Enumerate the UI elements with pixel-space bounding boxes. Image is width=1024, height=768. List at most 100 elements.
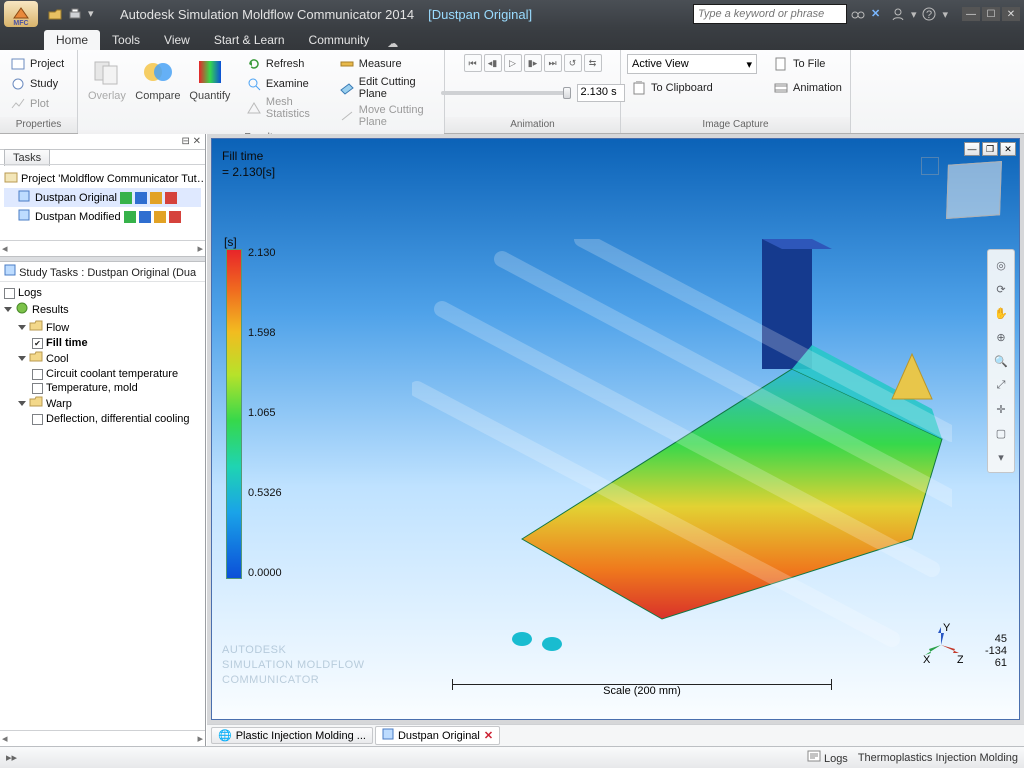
orbit-icon[interactable]: ⟳: [990, 278, 1012, 300]
doctab-1[interactable]: Dustpan Original ✕: [375, 726, 500, 745]
tree-fill-time[interactable]: ✔ Fill time: [4, 336, 201, 350]
close-button[interactable]: ✕: [1002, 7, 1020, 21]
logs-checkbox[interactable]: [4, 288, 15, 299]
doc-max-icon[interactable]: ❐: [982, 142, 998, 156]
quantify-button[interactable]: Quantify: [186, 54, 234, 104]
print-icon[interactable]: [68, 7, 82, 21]
tree-cool-1[interactable]: Temperature, mold: [4, 381, 201, 395]
tab-start-learn[interactable]: Start & Learn: [202, 30, 297, 50]
svg-text:X: X: [923, 654, 931, 666]
anim-prev-button[interactable]: ◂▮: [484, 54, 502, 72]
pan-icon[interactable]: ✋: [990, 302, 1012, 324]
warp-item-label: Deflection, differential cooling: [46, 413, 190, 425]
sidebar-scroll-bottom[interactable]: ◂▸: [0, 730, 205, 746]
statusbar-expand-icon[interactable]: ▸▸: [6, 751, 22, 764]
doctab-close-icon[interactable]: ✕: [484, 729, 493, 742]
expand-icon[interactable]: [18, 325, 26, 330]
refresh-button[interactable]: Refresh: [242, 54, 327, 74]
active-view-dropdown[interactable]: Active View▾: [627, 54, 757, 74]
sidebar-scroll-top[interactable]: ◂▸: [0, 240, 205, 256]
group-results: Overlay Compare Quantify Refresh: [78, 50, 445, 133]
doctab-label: Dustpan Original: [398, 730, 480, 742]
tree-results[interactable]: Results: [4, 300, 201, 319]
zoom-window-icon[interactable]: 🔍: [990, 350, 1012, 372]
expand-icon[interactable]: [18, 401, 26, 406]
time-slider[interactable]: [441, 91, 571, 95]
tree-cool[interactable]: Cool: [4, 350, 201, 367]
zoom-in-icon[interactable]: ⊕: [990, 326, 1012, 348]
pin-icon[interactable]: ⊟ ✕: [181, 136, 201, 147]
cloud-icon[interactable]: ☁: [387, 37, 398, 50]
logs-button[interactable]: Logs: [807, 750, 848, 765]
minimize-button[interactable]: —: [962, 7, 980, 21]
steering-wheel-icon[interactable]: ◎: [990, 254, 1012, 276]
checkbox[interactable]: [32, 383, 43, 394]
signin-icon[interactable]: [891, 7, 905, 21]
doc-min-icon[interactable]: —: [964, 142, 980, 156]
canvas-3d[interactable]: — ❐ ✕ Fill time = 2.130[s] [s] 2.130 1.5…: [211, 138, 1020, 720]
to-file-button[interactable]: To File: [769, 54, 846, 74]
anim-bounce-button[interactable]: ⇆: [584, 54, 602, 72]
overlay-button[interactable]: Overlay: [84, 54, 130, 104]
study-button[interactable]: Study: [6, 74, 68, 94]
group-capture-label: Image Capture: [621, 117, 850, 133]
expand-icon[interactable]: [18, 356, 26, 361]
toclip-label: To Clipboard: [651, 82, 713, 94]
checkbox[interactable]: [32, 369, 43, 380]
mesh-stats-button[interactable]: Mesh Statistics: [242, 94, 327, 122]
anim-play-button[interactable]: ▷: [504, 54, 522, 72]
app-menu-button[interactable]: MFC: [4, 1, 38, 27]
fill-time-label: Fill time: [46, 337, 88, 349]
tree-logs[interactable]: Logs: [4, 286, 201, 300]
study-row-label: Dustpan Modified: [35, 211, 121, 223]
anim-first-button[interactable]: ⏮: [464, 54, 482, 72]
tab-community[interactable]: Community: [297, 30, 382, 50]
help-search-input[interactable]: [693, 4, 847, 24]
view-menu-icon[interactable]: ▾: [990, 446, 1012, 468]
tab-tools[interactable]: Tools: [100, 30, 152, 50]
expand-icon[interactable]: [4, 307, 12, 312]
view-toolbar: ◎ ⟳ ✋ ⊕ 🔍 ⤢ ✛ ▢ ▾: [987, 249, 1015, 473]
time-value[interactable]: 2.130 s: [577, 84, 625, 102]
to-clipboard-button[interactable]: To Clipboard: [627, 78, 757, 98]
doc-close-icon[interactable]: ✕: [1000, 142, 1016, 156]
compare-button[interactable]: Compare: [134, 54, 182, 104]
anim-last-button[interactable]: ⏭: [544, 54, 562, 72]
file-icon: [773, 56, 789, 72]
viewport: — ❐ ✕ Fill time = 2.130[s] [s] 2.130 1.5…: [206, 134, 1024, 746]
measure-button[interactable]: Measure: [335, 54, 438, 74]
open-icon[interactable]: [48, 7, 62, 21]
exchange-icon[interactable]: ✕: [871, 7, 885, 21]
look-at-icon[interactable]: ▢: [990, 422, 1012, 444]
tree-warp-0[interactable]: Deflection, differential cooling: [4, 412, 201, 426]
help-icon[interactable]: ?: [922, 7, 936, 21]
tree-warp[interactable]: Warp: [4, 395, 201, 412]
tab-view[interactable]: View: [152, 30, 202, 50]
project-button[interactable]: Project: [6, 54, 68, 74]
tree-cool-0[interactable]: Circuit coolant temperature: [4, 367, 201, 381]
navcube[interactable]: [946, 161, 1002, 219]
anim-loop-button[interactable]: ↺: [564, 54, 582, 72]
tab-home[interactable]: Home: [44, 30, 100, 50]
fill-time-checkbox[interactable]: ✔: [32, 338, 43, 349]
checkbox[interactable]: [32, 414, 43, 425]
plot-button[interactable]: Plot: [6, 94, 68, 114]
study-row-1[interactable]: Dustpan Modified: [4, 207, 201, 226]
anim-next-button[interactable]: ▮▸: [524, 54, 542, 72]
project-row[interactable]: Project 'Moldflow Communicator Tut…: [4, 169, 201, 188]
move-cutting-plane-button[interactable]: Move Cutting Plane: [335, 102, 438, 130]
animation-capture-button[interactable]: Animation: [769, 78, 846, 98]
nav-home-icon[interactable]: [921, 157, 939, 175]
study-row-0[interactable]: Dustpan Original: [4, 188, 201, 207]
doctab-0[interactable]: 🌐 Plastic Injection Molding ...: [211, 727, 373, 744]
binoculars-icon[interactable]: [851, 7, 865, 21]
edit-cutting-plane-button[interactable]: Edit Cutting Plane: [335, 74, 438, 102]
examine-button[interactable]: Examine: [242, 74, 327, 94]
center-icon[interactable]: ✛: [990, 398, 1012, 420]
maximize-button[interactable]: ☐: [982, 7, 1000, 21]
zoom-fit-icon[interactable]: ⤢: [990, 374, 1012, 396]
qat-dropdown-icon[interactable]: ▾: [88, 7, 102, 21]
results-label: Results: [32, 304, 69, 316]
tree-flow[interactable]: Flow: [4, 319, 201, 336]
sidebar: ⊟ ✕ Tasks Project 'Moldflow Communicator…: [0, 134, 206, 746]
